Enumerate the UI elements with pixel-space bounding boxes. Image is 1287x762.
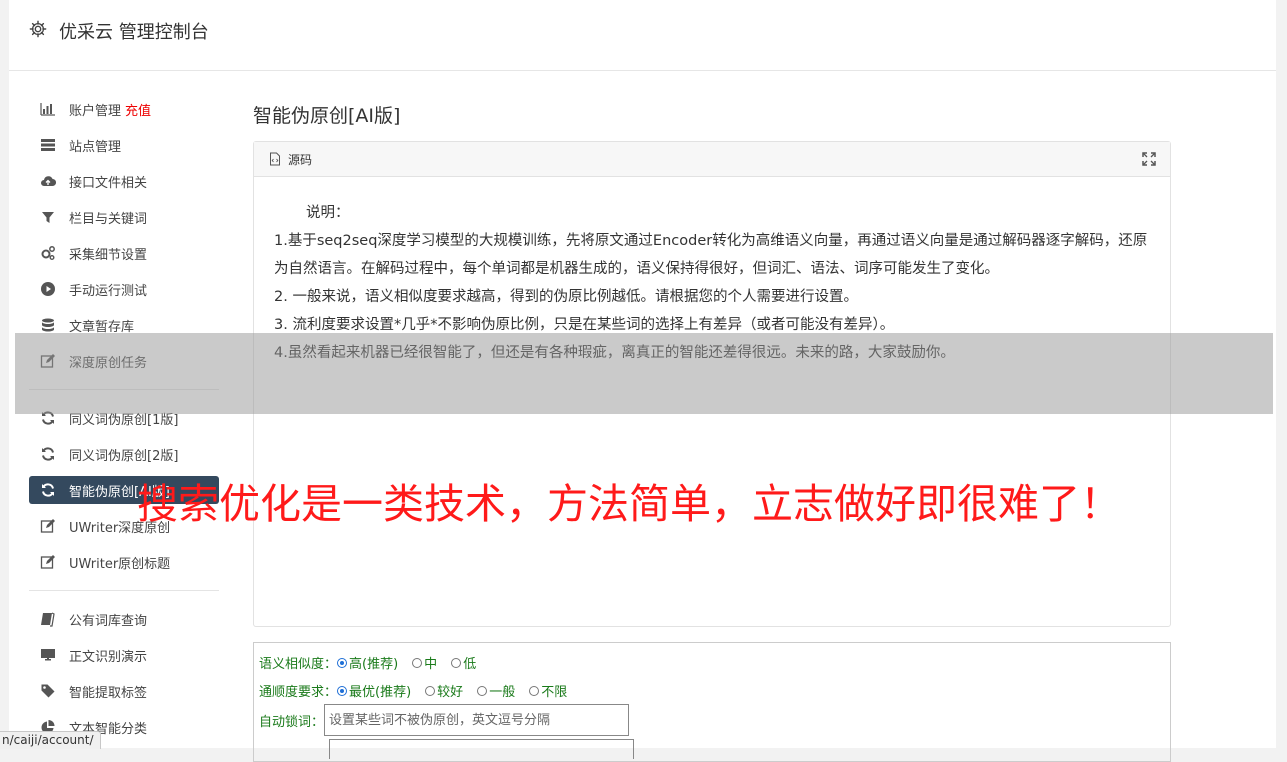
lock-words-input[interactable] (324, 704, 630, 736)
fluency-row: 通顺度要求： 最优(推荐) 较好 一般 不限 (259, 681, 581, 700)
editor-line: 1.基于seq2seq深度学习模型的大规模训练，先将原文通过Encoder转化为… (274, 233, 1148, 277)
radio-dot (477, 685, 488, 696)
status-bar-url: n/caiji/account/ (0, 731, 101, 749)
bar-chart-icon (39, 100, 57, 118)
sidebar-item-uwriter-title[interactable]: UWriter原创标题 (29, 544, 219, 580)
main-panel: 账户管理 充值 站点管理 接口文件相关 栏目与关键词 采集细节设置 手动运行测试… (9, 71, 1276, 762)
radio-label: 中 (424, 657, 438, 672)
radio-dot (425, 685, 436, 696)
database-icon (39, 316, 57, 334)
editor-line: 2. 一般来说，语义相似度要求越高，得到的伪原比例越低。请根据您的个人需要进行设… (274, 289, 858, 305)
sidebar-item-ai-rewrite[interactable]: 智能伪原创[AI版] (29, 476, 219, 504)
similarity-row: 语义相似度： 高(推荐) 中 低 (259, 653, 490, 672)
edit-icon (39, 517, 57, 535)
radio-dot (451, 657, 462, 668)
sidebar-item-synonym-v2[interactable]: 同义词伪原创[2版] (29, 436, 219, 472)
rewrite-options: 语义相似度： 高(推荐) 中 低 通顺度要求： 最优(推荐) 较好 一般 不限 … (253, 642, 1171, 762)
recharge-link[interactable]: 充值 (125, 100, 151, 119)
sidebar-item-account[interactable]: 账户管理 充值 (29, 91, 219, 127)
radio-label: 最优(推荐) (349, 685, 412, 700)
editor-toolbar: 源码 (254, 142, 1170, 177)
editor-line: 说明： (306, 205, 350, 221)
rich-text-editor[interactable]: 源码 说明： 1.基于seq2seq深度学习模型的大规模训练，先将原文通过Enc… (253, 141, 1171, 627)
similarity-mid-radio[interactable]: 中 (412, 653, 437, 672)
sidebar-item-label: 账户管理 (69, 103, 122, 119)
source-code-icon[interactable] (268, 152, 282, 166)
sidebar-item-smart-tags[interactable]: 智能提取标签 (29, 673, 219, 709)
sidebar-item-interface[interactable]: 接口文件相关 (29, 163, 219, 199)
list-icon (39, 136, 57, 154)
sidebar-item-label: UWriter深度原创 (69, 520, 171, 536)
sidebar-item-collect-settings[interactable]: 采集细节设置 (29, 235, 219, 271)
book-icon (39, 610, 57, 628)
sidebar-item-label: 同义词伪原创[1版] (69, 412, 179, 428)
app-title: 优采云 管理控制台 (59, 22, 209, 43)
source-button[interactable]: 源码 (288, 151, 312, 168)
lock-words-row: 自动锁词： (259, 704, 630, 736)
fullscreen-icon[interactable] (1142, 152, 1156, 166)
sidebar-item-public-dict[interactable]: 公有词库查询 (29, 601, 219, 637)
radio-dot (337, 657, 348, 668)
radio-label: 一般 (489, 685, 516, 700)
tag-icon (39, 682, 57, 700)
sidebar-item-label: 智能伪原创[AI版] (69, 484, 170, 500)
sidebar-item-label: 接口文件相关 (69, 175, 148, 191)
fluency-normal-radio[interactable]: 一般 (477, 681, 515, 700)
sidebar-item-label: 文章暂存库 (69, 319, 135, 335)
sidebar-item-manual-run[interactable]: 手动运行测试 (29, 271, 219, 307)
radio-dot (529, 685, 540, 696)
monitor-icon (39, 646, 57, 664)
app-header: 优采云 管理控制台 (9, 0, 1276, 71)
refresh-icon (39, 481, 57, 499)
sidebar-item-label: 公有词库查询 (69, 613, 148, 629)
fluency-good-radio[interactable]: 较好 (425, 681, 463, 700)
sidebar-item-label: 栏目与关键词 (69, 211, 148, 227)
similarity-low-radio[interactable]: 低 (451, 653, 476, 672)
radio-label: 高(推荐) (349, 657, 399, 672)
lock-words-label: 自动锁词： (259, 714, 325, 730)
similarity-high-radio[interactable]: 高(推荐) (337, 653, 398, 672)
radio-label: 不限 (541, 685, 568, 700)
similarity-label: 语义相似度： (259, 657, 338, 672)
editor-content[interactable]: 说明： 1.基于seq2seq深度学习模型的大规模训练，先将原文通过Encode… (254, 177, 1170, 367)
sidebar-item-label: 正文识别演示 (69, 649, 148, 665)
radio-label: 较好 (437, 685, 464, 700)
sidebar-item-label: 深度原创任务 (69, 355, 148, 371)
sidebar-item-label: 站点管理 (69, 139, 122, 155)
sidebar-item-label: UWriter原创标题 (69, 556, 171, 572)
gears-icon (39, 244, 57, 262)
edit-icon (39, 553, 57, 571)
sidebar-item-label: 智能提取标签 (69, 685, 148, 701)
play-icon (39, 280, 57, 298)
fluency-label: 通顺度要求： (259, 685, 338, 700)
secondary-input[interactable] (329, 739, 634, 759)
filter-icon (39, 208, 57, 226)
sidebar-item-text-recognition[interactable]: 正文识别演示 (29, 637, 219, 673)
sidebar-divider (29, 590, 219, 591)
edit-icon (39, 352, 57, 370)
editor-line: 4.虽然看起来机器已经很智能了，但还是有各种瑕疵，离真正的智能还差得很远。未来的… (274, 345, 955, 361)
radio-dot (412, 657, 423, 668)
sidebar-item-label: 同义词伪原创[2版] (69, 448, 179, 464)
sidebar-item-uwriter-deep[interactable]: UWriter深度原创 (29, 508, 219, 544)
radio-dot (337, 685, 348, 696)
radio-label: 低 (463, 657, 477, 672)
sidebar-item-label: 手动运行测试 (69, 283, 148, 299)
sidebar-item-article-store[interactable]: 文章暂存库 (29, 307, 219, 343)
sidebar-item-synonym-v1[interactable]: 同义词伪原创[1版] (29, 400, 219, 436)
editor-line: 3. 流利度要求设置*几乎*不影响伪原比例，只是在某些词的选择上有差异（或者可能… (274, 317, 895, 333)
refresh-icon (39, 409, 57, 427)
sidebar-item-keywords[interactable]: 栏目与关键词 (29, 199, 219, 235)
sidebar-divider (29, 389, 219, 390)
sidebar-item-label: 采集细节设置 (69, 247, 148, 263)
fluency-any-radio[interactable]: 不限 (529, 681, 567, 700)
sidebar: 账户管理 充值 站点管理 接口文件相关 栏目与关键词 采集细节设置 手动运行测试… (29, 91, 219, 745)
page-title: 智能伪原创[AI版] (253, 105, 401, 127)
sidebar-item-sites[interactable]: 站点管理 (29, 127, 219, 163)
sidebar-item-deep-original[interactable]: 深度原创任务 (29, 343, 219, 379)
gear-icon (29, 20, 47, 38)
fluency-best-radio[interactable]: 最优(推荐) (337, 681, 411, 700)
refresh-icon (39, 445, 57, 463)
cloud-upload-icon (39, 172, 57, 190)
